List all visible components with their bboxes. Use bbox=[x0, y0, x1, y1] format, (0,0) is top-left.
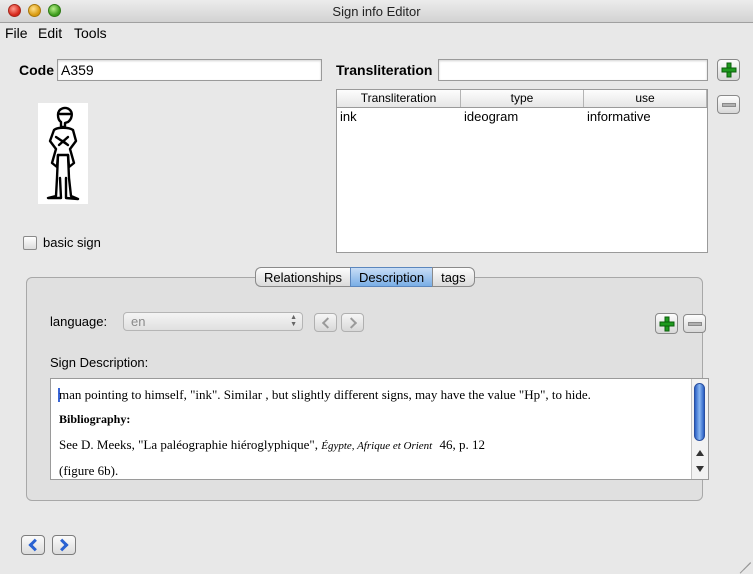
description-line: man pointing to himself, "ink". Similar … bbox=[59, 387, 591, 402]
scroll-down-arrow-icon[interactable] bbox=[696, 466, 704, 472]
column-header-use[interactable]: use bbox=[584, 90, 707, 107]
minus-icon bbox=[721, 102, 736, 107]
plus-icon bbox=[721, 62, 736, 78]
chevron-left-icon bbox=[321, 316, 333, 329]
bibliography-entry: See D. Meeks, "La paléographie hiéroglyp… bbox=[59, 437, 485, 453]
tab-tags[interactable]: tags bbox=[432, 267, 475, 287]
next-language-button[interactable] bbox=[341, 313, 364, 332]
code-label: Code bbox=[19, 62, 54, 78]
plus-icon bbox=[659, 316, 674, 331]
cell-type: ideogram bbox=[464, 109, 519, 124]
cell-use: informative bbox=[587, 109, 651, 124]
window-title: Sign info Editor bbox=[332, 4, 421, 19]
bibliography-journal: Égypte, Afrique et Orient bbox=[321, 440, 433, 452]
menu-tools[interactable]: Tools bbox=[74, 25, 107, 41]
bibliography-volume: 46, p. 12 bbox=[439, 437, 485, 452]
remove-transliteration-button[interactable] bbox=[717, 95, 740, 114]
bibliography-author-title: See D. Meeks, "La paléographie hiéroglyp… bbox=[59, 437, 318, 452]
transliteration-table: Transliteration type use ink ideogram in… bbox=[336, 89, 708, 253]
cell-transliteration: ink bbox=[340, 109, 357, 124]
sign-description-label: Sign Description: bbox=[50, 355, 149, 370]
bibliography-heading: Bibliography: bbox=[59, 412, 131, 426]
sign-glyph-image bbox=[38, 103, 88, 204]
language-select-value: en bbox=[131, 314, 146, 329]
updown-arrows-icon: ▲ ▼ bbox=[290, 314, 297, 328]
chevron-right-icon bbox=[345, 316, 357, 329]
transliteration-input[interactable] bbox=[438, 59, 708, 81]
language-label: language: bbox=[50, 314, 108, 329]
column-header-transliteration[interactable]: Transliteration bbox=[337, 90, 461, 107]
tab-description[interactable]: Description bbox=[350, 267, 433, 287]
column-header-type[interactable]: type bbox=[461, 90, 584, 107]
sign-description-editor[interactable]: man pointing to himself, "ink". Similar … bbox=[50, 378, 709, 480]
table-header: Transliteration type use bbox=[337, 90, 707, 108]
description-scrollbar[interactable] bbox=[691, 379, 708, 479]
transliteration-label: Transliteration bbox=[336, 62, 433, 78]
remove-description-button[interactable] bbox=[683, 314, 706, 333]
add-transliteration-button[interactable] bbox=[717, 59, 740, 81]
menu-bar: File Edit Tools bbox=[0, 23, 753, 44]
menu-file[interactable]: File bbox=[5, 25, 28, 41]
chevron-left-icon bbox=[28, 538, 42, 552]
resize-grip-icon[interactable] bbox=[739, 551, 751, 574]
hieroglyph-man-pointing-icon bbox=[46, 106, 80, 201]
add-description-button[interactable] bbox=[655, 313, 678, 334]
next-sign-button[interactable] bbox=[52, 535, 76, 555]
table-row[interactable]: ink ideogram informative bbox=[337, 108, 707, 125]
code-input[interactable] bbox=[57, 59, 322, 81]
title-bar: Sign info Editor bbox=[0, 0, 753, 23]
previous-language-button[interactable] bbox=[314, 313, 337, 332]
chevron-right-icon bbox=[55, 538, 69, 552]
bibliography-figure: (figure 6b). bbox=[59, 463, 119, 478]
basic-sign-label: basic sign bbox=[43, 235, 101, 250]
basic-sign-checkbox[interactable] bbox=[23, 236, 37, 250]
tab-relationships[interactable]: Relationships bbox=[255, 267, 351, 287]
language-select[interactable]: en ▲ ▼ bbox=[123, 312, 303, 331]
tab-bar: Relationships Description tags bbox=[255, 267, 475, 287]
scroll-up-arrow-icon[interactable] bbox=[696, 450, 704, 456]
menu-edit[interactable]: Edit bbox=[38, 25, 62, 41]
minus-icon bbox=[687, 321, 702, 326]
scrollbar-thumb[interactable] bbox=[694, 383, 705, 441]
previous-sign-button[interactable] bbox=[21, 535, 45, 555]
